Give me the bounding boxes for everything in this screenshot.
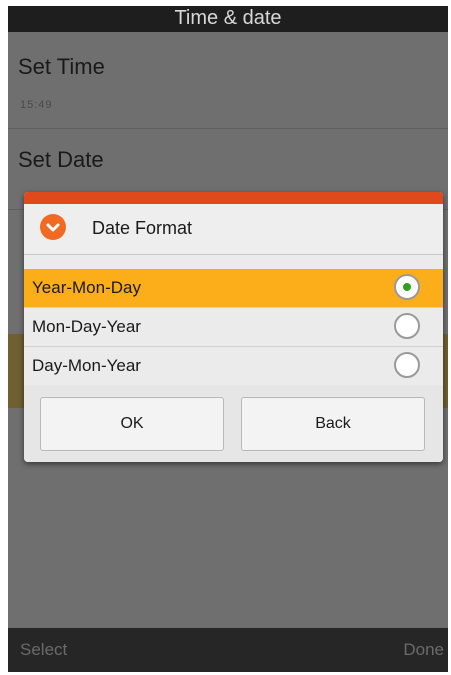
dialog-title: Date Format bbox=[92, 218, 193, 238]
page-title: Time & date bbox=[8, 6, 448, 32]
select-softkey[interactable]: Select bbox=[20, 640, 67, 660]
radio-empty-icon[interactable] bbox=[394, 313, 420, 339]
option-label: Mon-Day-Year bbox=[32, 317, 141, 336]
set-time-value: 15:49 bbox=[20, 99, 53, 111]
dialog-button-bar: OK Back bbox=[24, 385, 443, 462]
option-day-mon-year[interactable]: Day-Mon-Year bbox=[24, 347, 443, 386]
softkey-bar: Select Done bbox=[8, 628, 448, 672]
option-label: Year-Mon-Day bbox=[32, 278, 141, 297]
ok-button[interactable]: OK bbox=[40, 397, 224, 451]
radio-empty-icon[interactable] bbox=[394, 352, 420, 378]
option-year-mon-day[interactable]: Year-Mon-Day bbox=[24, 269, 443, 308]
done-softkey[interactable]: Done bbox=[403, 640, 444, 660]
dialog-header: Date Format bbox=[24, 204, 443, 255]
set-time-label: Set Time bbox=[18, 54, 105, 79]
set-time-item[interactable]: Set Time 15:49 bbox=[8, 32, 448, 129]
set-date-label: Set Date bbox=[18, 147, 104, 172]
date-format-dialog: Date Format Year-Mon-Day Mon-Day-Year Da… bbox=[24, 192, 443, 462]
chevron-down-icon bbox=[40, 214, 66, 240]
radio-selected-icon[interactable] bbox=[394, 274, 420, 300]
dialog-accent-bar bbox=[24, 192, 443, 204]
back-button[interactable]: Back bbox=[241, 397, 425, 451]
option-label: Day-Mon-Year bbox=[32, 356, 141, 375]
option-mon-day-year[interactable]: Mon-Day-Year bbox=[24, 308, 443, 347]
